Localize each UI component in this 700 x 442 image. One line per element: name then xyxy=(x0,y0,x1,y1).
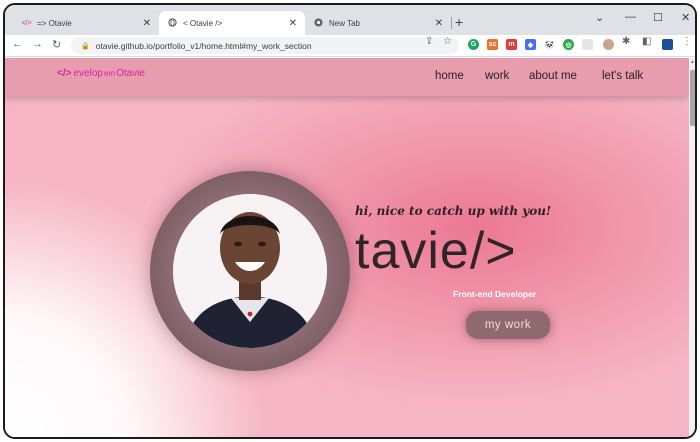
forward-icon[interactable]: → xyxy=(32,38,43,50)
logo-name: Otavie xyxy=(116,68,145,79)
tab-strip: </> => Otavie ✕ < Otavie /> ✕ New Tab ✕ … xyxy=(5,5,695,35)
code-favicon-icon: </> xyxy=(21,19,32,27)
hero-name: tavie/> xyxy=(355,222,517,280)
url-text: otavie.github.io/portfolio_v1/home.html#… xyxy=(95,40,312,51)
tab-search-icon[interactable]: ⌄ xyxy=(595,11,604,24)
logo-mid: em xyxy=(103,69,116,78)
bookmark-star-icon[interactable]: ☆ xyxy=(443,36,452,47)
close-icon[interactable]: ✕ xyxy=(289,18,297,29)
address-bar[interactable]: 🔒 otavie.github.io/portfolio_v1/home.htm… xyxy=(71,37,459,54)
menu-kebab-icon[interactable]: ⋮ xyxy=(682,36,692,47)
tab-otavie[interactable]: </> => Otavie ✕ xyxy=(13,11,159,35)
site-logo[interactable]: </> evelop em Otavie xyxy=(57,68,145,79)
close-window-icon[interactable]: ✕ xyxy=(681,11,690,24)
account-avatar[interactable] xyxy=(662,39,673,50)
scroll-thumb[interactable] xyxy=(690,70,695,126)
role-title: Front-end Developer xyxy=(453,289,537,299)
back-icon[interactable]: ← xyxy=(12,38,23,50)
nav-lets-talk[interactable]: let's talk xyxy=(602,70,643,82)
browser-window: </> => Otavie ✕ < Otavie /> ✕ New Tab ✕ … xyxy=(3,3,697,439)
greeting-text: hi, nice to catch up with you! xyxy=(355,204,552,218)
browser-toolbar: ← → ↻ 🔒 otavie.github.io/portfolio_v1/ho… xyxy=(5,35,695,57)
tab-title: New Tab xyxy=(329,18,360,28)
chrome-icon xyxy=(313,17,324,29)
maximize-icon[interactable]: ☐ xyxy=(653,11,663,24)
extension-icon[interactable]: ◆ xyxy=(525,39,536,50)
tab-portfolio[interactable]: < Otavie /> ✕ xyxy=(159,11,305,35)
nav-home[interactable]: home xyxy=(435,70,464,82)
reload-icon[interactable]: ↻ xyxy=(52,38,61,51)
site-navbar: </> evelop em Otavie home work about me … xyxy=(5,58,689,96)
extension-icon[interactable]: m xyxy=(506,39,517,50)
side-panel-icon[interactable]: ◧ xyxy=(642,36,651,47)
grammarly-extension-icon[interactable]: G xyxy=(468,39,479,50)
new-tab-icon[interactable]: + xyxy=(455,14,463,30)
extensions-puzzle-icon[interactable]: ✱ xyxy=(622,36,630,47)
logo-word: evelop xyxy=(73,68,103,79)
nav-about-me[interactable]: about me xyxy=(529,70,577,82)
my-work-button[interactable]: my work xyxy=(466,311,550,339)
globe-icon xyxy=(167,17,178,29)
extension-icon[interactable] xyxy=(582,39,593,50)
profile-ring xyxy=(150,171,350,371)
tab-title: < Otavie /> xyxy=(183,18,223,28)
profile-extension-icon[interactable] xyxy=(603,39,614,50)
close-icon[interactable]: ✕ xyxy=(435,18,443,29)
tab-new[interactable]: New Tab ✕ xyxy=(305,11,451,35)
panda-extension-icon[interactable]: 🐼 xyxy=(544,39,555,50)
lock-icon: 🔒 xyxy=(81,42,90,50)
page-viewport: </> evelop em Otavie home work about me … xyxy=(5,58,695,437)
extension-icon[interactable]: ◎ xyxy=(563,39,574,50)
tab-separator xyxy=(451,17,452,29)
profile-photo xyxy=(173,194,327,348)
share-icon[interactable]: ⇪ xyxy=(425,36,433,47)
close-icon[interactable]: ✕ xyxy=(143,18,151,29)
nav-work[interactable]: work xyxy=(485,70,509,82)
scroll-up-icon[interactable]: ▲ xyxy=(690,59,695,65)
page-scrollbar[interactable]: ▲ xyxy=(689,58,695,437)
minimize-icon[interactable]: — xyxy=(625,11,636,23)
extension-icon[interactable]: sc xyxy=(487,39,498,50)
tab-title: => Otavie xyxy=(37,18,72,28)
code-bracket-icon: </> xyxy=(57,68,72,79)
